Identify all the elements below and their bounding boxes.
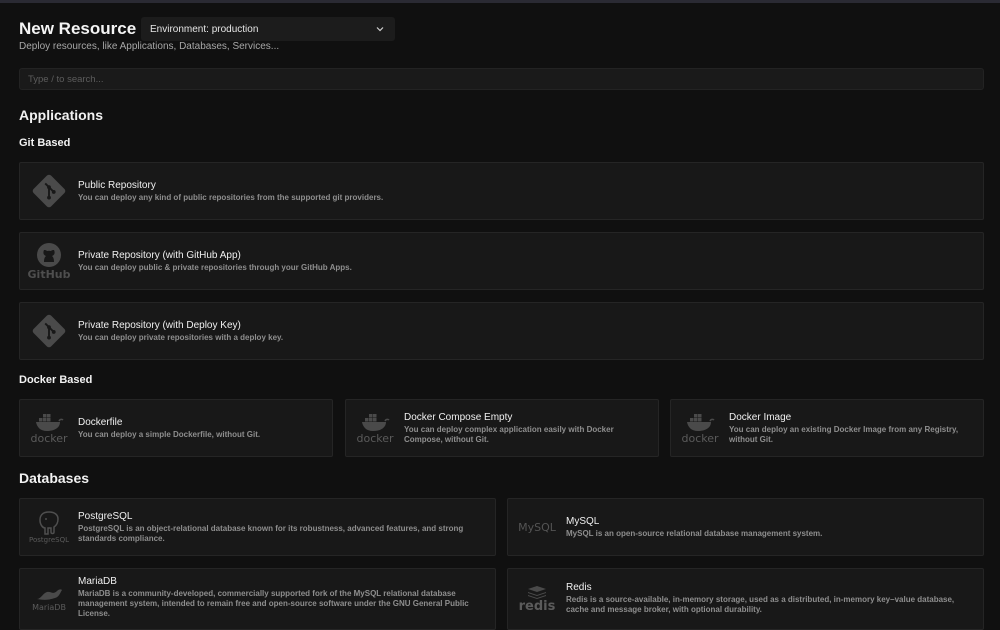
mariadb-icon: MariaDB [29,579,69,619]
card-title: Private Repository (with Deploy Key) [78,320,241,331]
card-description: You can deploy a simple Dockerfile, with… [78,430,261,439]
card-mariadb[interactable]: MariaDB MariaDB MariaDB is a community-d… [19,568,496,630]
section-git-based: Git Based [19,137,71,149]
page-subtitle: Deploy resources, like Applications, Dat… [19,41,280,52]
mysql-icon-label: MySQL [518,520,556,534]
card-private-repository-deploy-key[interactable]: Private Repository (with Deploy Key) You… [19,302,984,360]
card-title: PostgreSQL [78,511,133,522]
section-applications: Applications [19,107,104,123]
environment-select[interactable]: Environment: production [141,17,395,41]
mysql-icon: MySQL [517,507,557,547]
card-title: Private Repository (with GitHub App) [78,250,241,261]
card-description: You can deploy any kind of public reposi… [78,193,384,202]
card-description: You can deploy private repositories with… [78,333,284,342]
card-description: You can deploy public & private reposito… [78,263,352,272]
postgresql-icon: PostgreSQL [29,507,69,547]
git-icon [29,311,69,351]
card-dockerfile[interactable]: docker Dockerfile You can deploy a simpl… [19,399,333,457]
git-icon [29,171,69,211]
card-title: Dockerfile [78,417,123,428]
docker-icon: docker [680,408,720,448]
postgresql-icon-label: PostgreSQL [29,536,69,544]
card-private-repository-github-app[interactable]: GitHub Private Repository (with GitHub A… [19,232,984,290]
docker-icon-label: docker [30,431,68,445]
card-title: Docker Image [729,412,792,423]
section-databases: Databases [19,470,90,486]
card-description: You can deploy complex application easil… [404,425,614,444]
page-title: New Resource [19,19,137,38]
card-public-repository[interactable]: Public Repository You can deploy any kin… [19,162,984,220]
card-description: Redis is a source-available, in-memory s… [566,595,955,614]
github-icon-label: GitHub [27,267,71,281]
card-mysql[interactable]: MySQL MySQL MySQL is an open-source rela… [507,498,984,556]
redis-icon-label: redis [518,598,556,614]
card-docker-compose-empty[interactable]: docker Docker Compose Empty You can depl… [345,399,659,457]
github-icon: GitHub [27,241,71,281]
redis-icon: redis [517,579,557,619]
search-input[interactable] [19,68,984,90]
docker-icon-label: docker [356,431,394,445]
card-description: You can deploy an existing Docker Image … [729,425,959,444]
card-title: Docker Compose Empty [404,412,513,423]
card-description: MariaDB is a community-developed, commer… [78,589,469,618]
docker-icon-label: docker [681,431,719,445]
card-redis[interactable]: redis Redis Redis is a source-available,… [507,568,984,630]
card-docker-image[interactable]: docker Docker Image You can deploy an ex… [670,399,984,457]
card-description: PostgreSQL is an object-relational datab… [78,524,464,543]
card-title: Redis [566,582,592,593]
environment-select-value: Environment: production [150,23,259,35]
card-postgresql[interactable]: PostgreSQL PostgreSQL PostgreSQL is an o… [19,498,496,556]
section-docker-based: Docker Based [19,374,93,386]
docker-icon: docker [355,408,395,448]
top-border [0,0,1000,3]
card-title: MySQL [566,516,600,527]
card-title: Public Repository [78,180,156,191]
docker-icon: docker [29,408,69,448]
card-description: MySQL is an open-source relational datab… [566,529,823,538]
card-title: MariaDB [78,576,117,587]
chevron-down-icon [376,27,384,32]
mariadb-icon-label: MariaDB [32,602,66,612]
